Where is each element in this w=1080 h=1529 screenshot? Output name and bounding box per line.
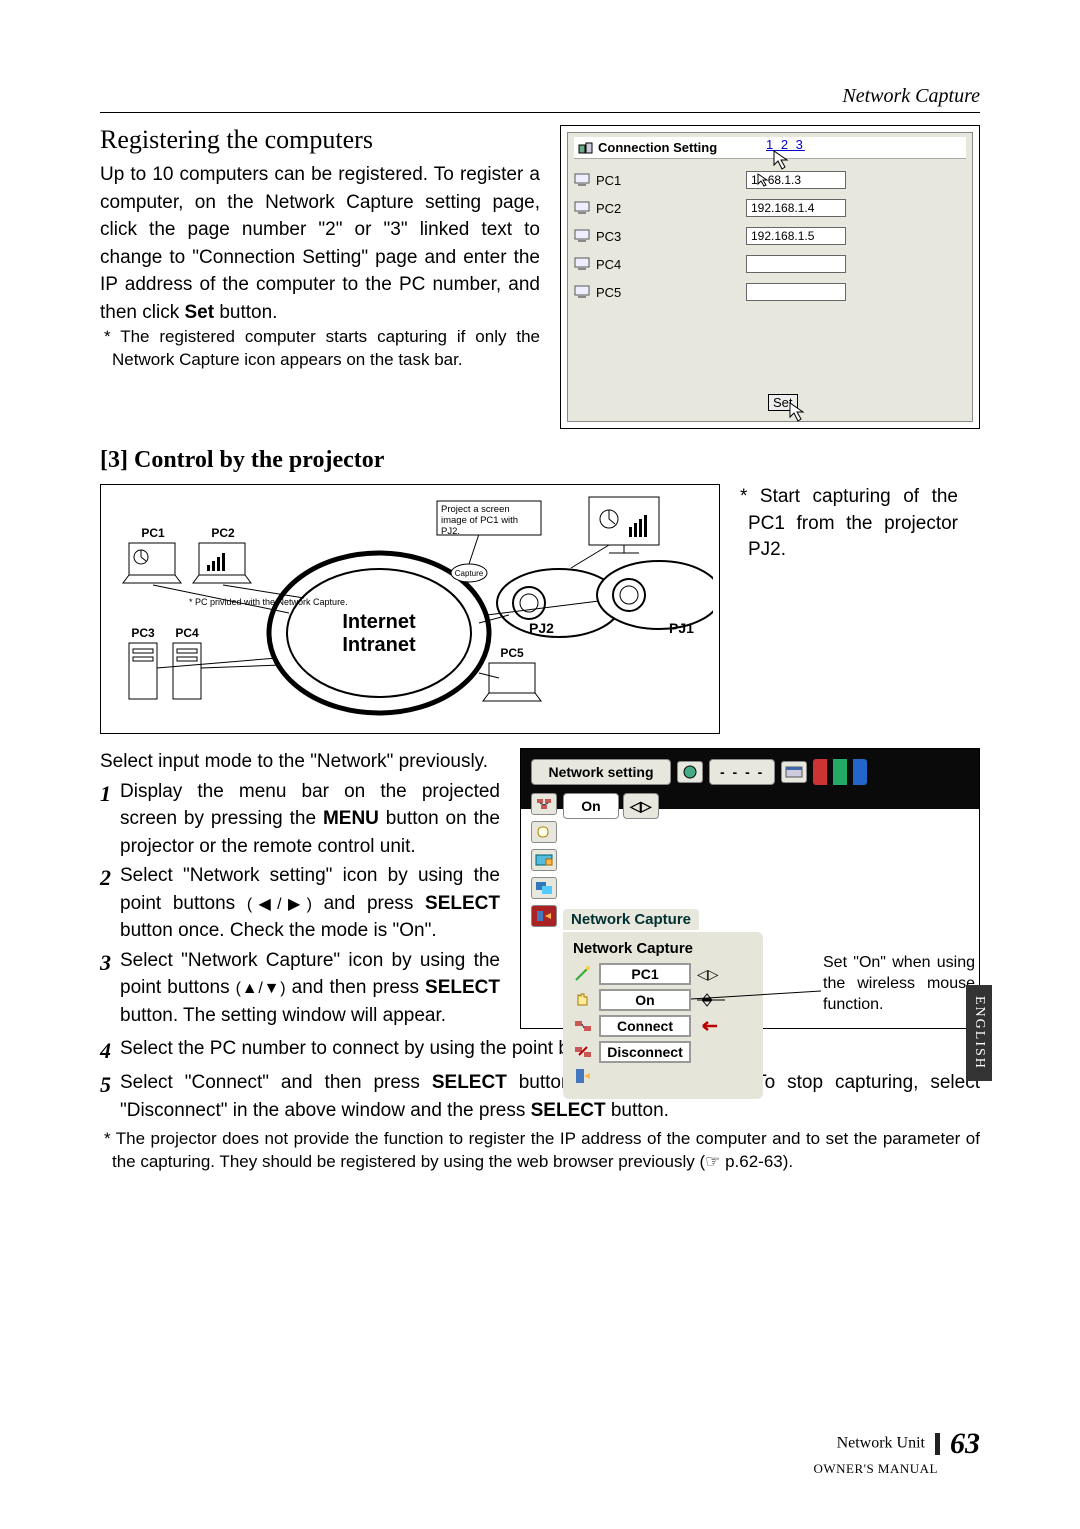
mouse-icon[interactable] <box>531 821 557 843</box>
step-5: 5Select "Connect" and then press SELECT … <box>100 1069 980 1124</box>
disconnect-button[interactable]: Disconnect <box>599 1041 691 1063</box>
ip-input-pc2[interactable]: 192.168.1.4 <box>746 199 846 217</box>
exit-icon <box>573 1067 593 1085</box>
wand-icon <box>573 965 593 983</box>
pc-label: PC1 <box>596 173 746 188</box>
cursor-icon-pages <box>770 149 794 173</box>
on-value: On <box>563 793 619 819</box>
section3-footnote: * The projector does not provide the fun… <box>100 1128 980 1174</box>
globe-icon <box>677 761 703 783</box>
connect-icon <box>573 1017 593 1035</box>
ip-value: 68.1.3 <box>768 173 801 187</box>
pc-row: PC4 <box>574 251 966 277</box>
svg-text:* PC privided with the Network: * PC privided with the Network Capture. <box>189 597 348 607</box>
pc-label: PC5 <box>596 285 746 300</box>
network-capture-tab[interactable]: Network Capture <box>563 909 699 930</box>
card-icon <box>781 761 807 783</box>
svg-text:PJ2.: PJ2. <box>441 526 460 537</box>
connection-setting-panel: Connection Setting 1 2 3 PC1 168.1.3 PC2… <box>560 125 980 429</box>
step-2: 2Select "Network setting" icon by using … <box>100 862 500 945</box>
dashes-display: - - - - <box>709 759 775 785</box>
pc-icon <box>574 257 592 271</box>
svg-text:PC3: PC3 <box>131 626 155 640</box>
header-section-label: Network Capture <box>842 85 980 108</box>
step-3: 3Select "Network Capture" icon by using … <box>100 947 500 1030</box>
on-select[interactable]: On <box>599 989 691 1011</box>
svg-text:Intranet: Intranet <box>342 634 416 656</box>
screens-icon[interactable] <box>531 877 557 899</box>
ip-input-pc1[interactable]: 168.1.3 <box>746 171 846 189</box>
header-rule <box>100 112 980 113</box>
connection-title: Connection Setting <box>598 140 717 155</box>
step-1: 1Display the menu bar on the projected s… <box>100 778 500 861</box>
arrows-lr-icon[interactable]: ◁▷ <box>623 793 659 819</box>
pc-label: PC3 <box>596 229 746 244</box>
arrows-lr-icon[interactable]: ◁▷ <box>697 966 719 983</box>
arrow-left-icon <box>697 1019 719 1033</box>
page-footer: Network Unit 63 OWNER'S MANUAL <box>813 1427 980 1477</box>
ip-input-pc3[interactable]: 192.168.1.5 <box>746 227 846 245</box>
pc1-select[interactable]: PC1 <box>599 963 691 985</box>
svg-text:image of PC1 with: image of PC1 with <box>441 515 518 526</box>
network-icon[interactable] <box>531 793 557 815</box>
pc-icon <box>574 173 592 187</box>
callout-text: Set "On" when using the wireless mouse f… <box>819 949 979 1019</box>
section1-title: Registering the computers <box>100 125 540 155</box>
svg-text:PC1: PC1 <box>141 526 165 540</box>
pc-row: PC3 192.168.1.5 <box>574 223 966 249</box>
footer-divider <box>935 1433 940 1455</box>
footer-unit: Network Unit <box>837 1435 925 1452</box>
network-diagram: Internet Intranet PC1 PC2 * PC privide <box>100 484 720 734</box>
svg-text:PC5: PC5 <box>500 646 524 660</box>
pc-icon <box>574 201 592 215</box>
language-tab: ENGLISH <box>966 985 992 1081</box>
ip-input-pc4[interactable] <box>746 255 846 273</box>
footer-manual: OWNER'S MANUAL <box>813 1461 938 1477</box>
diagram-side-note: * Start capturing of the PC1 from the pr… <box>738 484 958 734</box>
red-tab-icon <box>813 759 827 785</box>
menu-title: Network setting <box>531 759 671 785</box>
display-icon[interactable] <box>531 849 557 871</box>
projector-menu-panel: Network setting - - - - On <box>520 748 980 1029</box>
svg-text:Capture: Capture <box>455 569 484 578</box>
section2-title: [3] Control by the projector <box>100 447 980 474</box>
svg-text:PJ2: PJ2 <box>529 620 554 636</box>
panel-icon <box>578 141 594 155</box>
nc-title: Network Capture <box>573 940 753 957</box>
svg-text:PC2: PC2 <box>211 526 235 540</box>
pc-row: PC2 192.168.1.4 <box>574 195 966 221</box>
section3-intro: Select input mode to the "Network" previ… <box>100 748 500 776</box>
capture-icon[interactable] <box>531 905 557 927</box>
hand-icon <box>573 991 593 1009</box>
arrows-ud-icon[interactable] <box>697 992 725 1008</box>
pc-icon <box>574 229 592 243</box>
section1-note: * The registered computer starts capturi… <box>100 326 540 372</box>
svg-text:Internet: Internet <box>342 611 416 633</box>
svg-text:Project a screen: Project a screen <box>441 504 510 515</box>
ip-input-pc5[interactable] <box>746 283 846 301</box>
pc-label: PC4 <box>596 257 746 272</box>
pc-row: PC5 <box>574 279 966 305</box>
blue-tab-icon <box>853 759 867 785</box>
svg-text:PJ1: PJ1 <box>669 620 694 636</box>
pc-icon <box>574 285 592 299</box>
section1-body: Up to 10 computers can be registered. To… <box>100 161 540 326</box>
page-number: 63 <box>950 1427 980 1460</box>
cursor-icon-set <box>786 401 808 423</box>
connect-button[interactable]: Connect <box>599 1015 691 1037</box>
green-tab-icon <box>833 759 847 785</box>
disconnect-icon <box>573 1043 593 1061</box>
pc-label: PC2 <box>596 201 746 216</box>
svg-text:PC4: PC4 <box>175 626 199 640</box>
step-4: 4Select the PC number to connect by usin… <box>100 1035 980 1067</box>
